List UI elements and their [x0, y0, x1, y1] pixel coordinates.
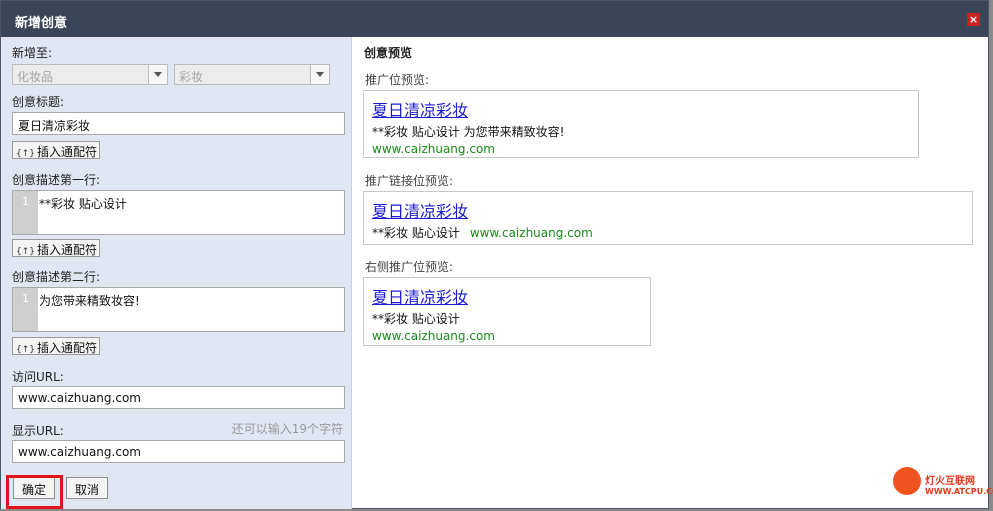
ad-description-row: **彩妆 贴心设计 www.caizhuang.com — [372, 224, 593, 241]
ok-button-highlight — [6, 475, 63, 509]
watermark-logo-icon — [893, 467, 921, 495]
site-watermark: 灯火互联网 WWW.ATCPU.COM — [873, 463, 993, 511]
ad-description: **彩妆 贴心设计 — [372, 226, 460, 240]
ad-title-link[interactable]: 夏日清凉彩妆 — [372, 284, 468, 308]
insert-wildcard-button[interactable]: {↑} 插入通配符 — [12, 239, 100, 257]
char-count-hint: 还可以输入19个字符 — [231, 422, 343, 436]
link-preview-label: 推广链接位预览: — [365, 174, 454, 188]
ad-description: **彩妆 贴心设计 为您带来精致妆容! — [372, 125, 565, 139]
insert-wildcard-button[interactable]: {↑} 插入通配符 — [12, 141, 100, 159]
preview-heading: 创意预览 — [364, 46, 413, 60]
desc1-label: 创意描述第一行: — [12, 173, 101, 187]
ad-display-url: www.caizhuang.com — [372, 329, 495, 343]
campaign-select-value: 化妆品 — [17, 70, 54, 84]
insert-wildcard-label: 插入通配符 — [37, 243, 98, 257]
display-url-input[interactable]: www.caizhuang.com — [12, 440, 345, 463]
chevron-down-icon — [148, 65, 167, 84]
display-url-label: 显示URL: — [12, 424, 64, 438]
desc2-text: 为您带来精致妆容! — [39, 294, 140, 308]
right-slot-preview-label: 右侧推广位预览: — [365, 260, 454, 274]
wildcard-icon: {↑} — [16, 345, 35, 355]
title-label: 创意标题: — [12, 95, 65, 109]
visit-url-input[interactable]: www.caizhuang.com — [12, 386, 345, 409]
dialog-titlebar: 新增创意 × — [1, 1, 988, 37]
visit-url-label: 访问URL: — [12, 370, 64, 384]
desc2-textarea[interactable]: 1 为您带来精致妆容! — [12, 287, 345, 332]
ad-title-link[interactable]: 夏日清凉彩妆 — [372, 97, 468, 121]
promo-preview-label: 推广位预览: — [365, 73, 430, 87]
insert-wildcard-label: 插入通配符 — [37, 341, 98, 355]
ad-display-url: www.caizhuang.com — [372, 142, 495, 156]
insert-wildcard-button[interactable]: {↑} 插入通配符 — [12, 337, 100, 355]
dialog-title: 新增创意 — [15, 16, 68, 31]
link-preview-box: 夏日清凉彩妆 **彩妆 贴心设计 www.caizhuang.com — [363, 191, 973, 245]
right-slot-preview-box: 夏日清凉彩妆 **彩妆 贴心设计 www.caizhuang.com — [363, 277, 651, 346]
desc1-textarea[interactable]: 1 **彩妆 贴心设计 — [12, 190, 345, 235]
ad-title-link[interactable]: 夏日清凉彩妆 — [372, 198, 468, 222]
desc2-label: 创意描述第二行: — [12, 270, 101, 284]
close-icon[interactable]: × — [967, 13, 980, 26]
form-panel: 新增至: 化妆品 彩妆 创意标题: 夏日清凉彩妆 {↑} 插入通配符 创意描述第一… — [1, 37, 352, 509]
ad-display-url: www.caizhuang.com — [469, 226, 593, 240]
wildcard-icon: {↑} — [16, 149, 35, 159]
insert-wildcard-label: 插入通配符 — [37, 145, 98, 159]
adgroup-select-value: 彩妆 — [179, 70, 204, 84]
wildcard-icon: {↑} — [16, 247, 35, 257]
watermark-line1: 灯火互联网 — [925, 476, 975, 487]
create-ad-dialog: 新增创意 × 新增至: 化妆品 彩妆 创意标题: 夏日清凉彩妆 {↑} 插入通配符… — [0, 0, 989, 509]
watermark-line2: WWW.ATCPU.COM — [925, 487, 993, 496]
desc1-text: **彩妆 贴心设计 — [39, 197, 127, 211]
adgroup-select[interactable]: 彩妆 — [174, 64, 330, 85]
add-to-label: 新增至: — [12, 46, 53, 60]
line-number: 1 — [13, 191, 38, 234]
ad-description: **彩妆 贴心设计 — [372, 312, 460, 326]
line-number: 1 — [13, 288, 38, 331]
cancel-button[interactable]: 取消 — [66, 477, 108, 499]
promo-preview-box: 夏日清凉彩妆 **彩妆 贴心设计 为您带来精致妆容! www.caizhuang… — [363, 90, 919, 158]
campaign-select[interactable]: 化妆品 — [12, 64, 168, 85]
chevron-down-icon — [310, 65, 329, 84]
title-input[interactable]: 夏日清凉彩妆 — [12, 112, 345, 135]
preview-panel: 创意预览 推广位预览: 夏日清凉彩妆 **彩妆 贴心设计 为您带来精致妆容! w… — [353, 37, 989, 509]
